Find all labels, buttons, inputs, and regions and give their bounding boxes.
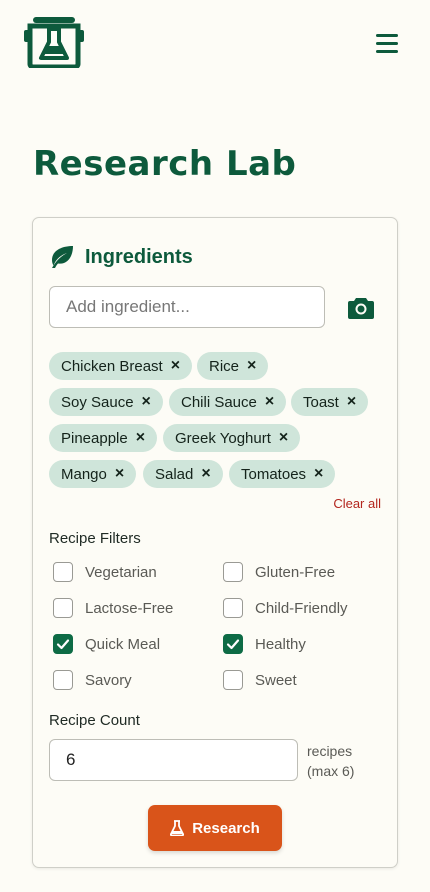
chip-label: Greek Yoghurt: [175, 429, 271, 447]
ingredient-chip: Chili Sauce ×: [169, 388, 287, 416]
recipe-count-label: Recipe Count: [49, 712, 140, 729]
filter-label: Vegetarian: [85, 563, 157, 581]
chip-label: Pineapple: [61, 429, 128, 447]
app-header: [0, 0, 430, 90]
checkbox[interactable]: [53, 562, 73, 582]
research-card: Ingredients Chicken Breast × Rice × Soy Sa…: [32, 217, 398, 868]
ingredient-chip: Toast ×: [291, 388, 369, 416]
checkmark-icon: [226, 639, 240, 650]
recipe-filters-label: Recipe Filters: [49, 530, 141, 547]
filter-label: Lactose-Free: [85, 599, 174, 617]
filter-savory[interactable]: Savory: [53, 668, 132, 692]
chip-label: Tomatoes: [241, 465, 307, 483]
remove-chip-icon[interactable]: ×: [136, 430, 145, 446]
remove-chip-icon[interactable]: ×: [347, 394, 356, 410]
filter-label: Healthy: [255, 635, 306, 653]
ingredients-header: Ingredients: [49, 242, 193, 272]
chip-label: Chicken Breast: [61, 357, 163, 375]
flask-icon: [170, 820, 185, 836]
filter-label: Sweet: [255, 671, 297, 689]
chip-label: Toast: [303, 393, 339, 411]
remove-chip-icon[interactable]: ×: [265, 394, 274, 410]
ingredient-chip: Pineapple ×: [49, 424, 158, 452]
checkbox[interactable]: [223, 670, 243, 690]
clear-all-link[interactable]: Clear all: [333, 496, 381, 511]
checkbox[interactable]: [53, 670, 73, 690]
add-ingredient-input[interactable]: [49, 286, 325, 328]
ingredient-chip: Salad ×: [143, 460, 223, 488]
ingredient-chip: Mango ×: [49, 460, 137, 488]
remove-chip-icon[interactable]: ×: [279, 430, 288, 446]
filter-sweet[interactable]: Sweet: [223, 668, 297, 692]
checkbox-checked[interactable]: [53, 634, 73, 654]
filter-label: Child-Friendly: [255, 599, 348, 617]
ingredient-chip: Tomatoes ×: [229, 460, 336, 488]
remove-chip-icon[interactable]: ×: [201, 466, 210, 482]
checkbox[interactable]: [223, 562, 243, 582]
camera-icon[interactable]: [347, 296, 375, 320]
ingredient-chip: Chicken Breast ×: [49, 352, 193, 380]
ingredient-chip: Soy Sauce ×: [49, 388, 163, 416]
filter-label: Savory: [85, 671, 132, 689]
remove-chip-icon[interactable]: ×: [314, 466, 323, 482]
filter-label: Quick Meal: [85, 635, 161, 653]
chip-label: Rice: [209, 357, 240, 375]
checkbox[interactable]: [53, 598, 73, 618]
filter-healthy[interactable]: Healthy: [223, 632, 306, 656]
page-title: Research Lab: [33, 144, 297, 184]
remove-chip-icon[interactable]: ×: [115, 466, 124, 482]
remove-chip-icon[interactable]: ×: [247, 358, 256, 374]
recipe-count-input[interactable]: [49, 739, 298, 781]
filter-label: Gluten-Free: [255, 563, 336, 581]
chip-label: Salad: [155, 465, 194, 483]
filter-gluten-free[interactable]: Gluten-Free: [223, 560, 335, 584]
checkbox-checked[interactable]: [223, 634, 243, 654]
pot-flask-logo-icon[interactable]: [24, 16, 84, 68]
filter-quick-meal[interactable]: Quick Meal: [53, 632, 160, 656]
hamburger-menu-icon[interactable]: [374, 31, 400, 55]
remove-chip-icon[interactable]: ×: [171, 358, 180, 374]
recipe-count-suffix: recipes (max 6): [307, 743, 355, 779]
leaf-icon: [52, 246, 73, 268]
checkmark-icon: [56, 639, 70, 650]
filter-child-friendly[interactable]: Child-Friendly: [223, 596, 348, 620]
filter-vegetarian[interactable]: Vegetarian: [53, 560, 157, 584]
filter-lactose-free[interactable]: Lactose-Free: [53, 596, 173, 620]
chip-label: Mango: [61, 465, 107, 483]
checkbox[interactable]: [223, 598, 243, 618]
research-button[interactable]: Research: [148, 805, 282, 851]
remove-chip-icon[interactable]: ×: [142, 394, 151, 410]
ingredient-chip: Greek Yoghurt ×: [163, 424, 301, 452]
research-button-label: Research: [192, 819, 260, 837]
ingredient-chip: Rice ×: [197, 352, 269, 380]
chip-label: Soy Sauce: [61, 393, 134, 411]
ingredients-title: Ingredients: [85, 245, 193, 268]
chip-label: Chili Sauce: [181, 393, 257, 411]
